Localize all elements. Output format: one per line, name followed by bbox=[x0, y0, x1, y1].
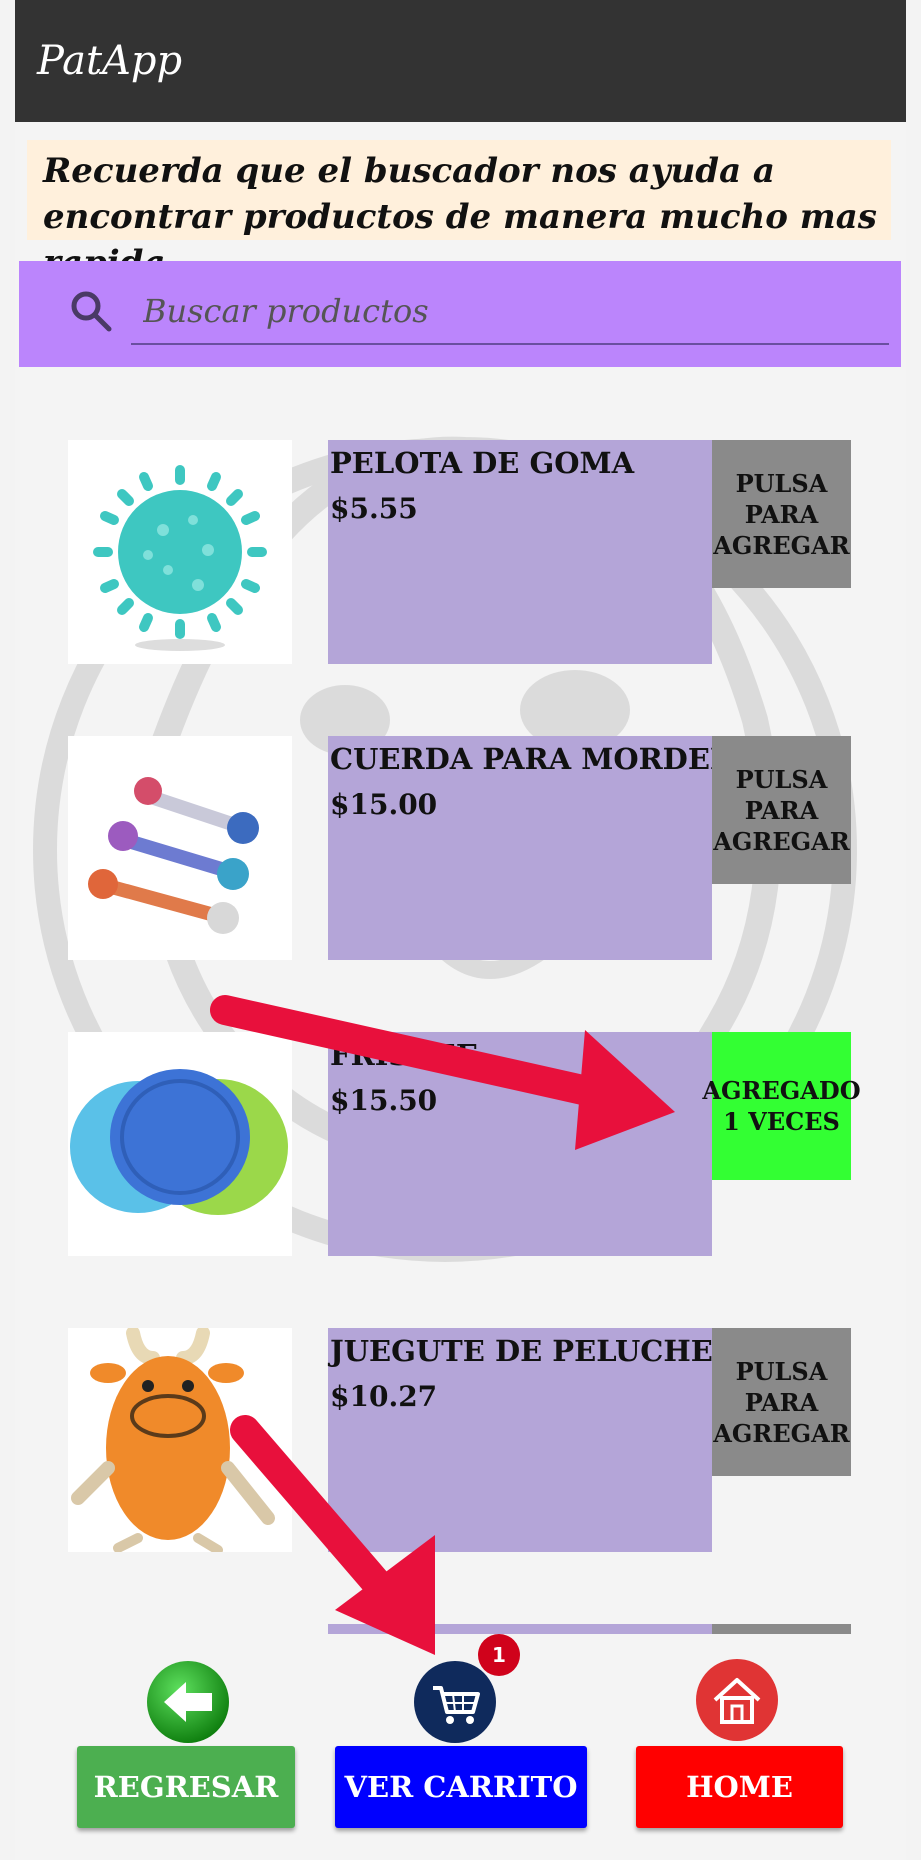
product-image-plush-cow bbox=[68, 1326, 292, 1555]
product-image-spiky-ball bbox=[68, 440, 292, 664]
product-name: CUERDA PARA MORDER bbox=[330, 742, 735, 776]
add-to-cart-button[interactable]: PULSA PARA AGREGAR bbox=[712, 1328, 851, 1476]
added-to-cart-button[interactable]: AGREGADO 1 VECES bbox=[702, 1032, 861, 1180]
view-cart-button[interactable]: VER CARRITO bbox=[335, 1746, 587, 1828]
product-row: CUERDA PARA MORDER $15.00 PULSA PARA AGR… bbox=[68, 736, 851, 960]
product-row: FRISBEE $15.50 AGREGADO 1 VECES bbox=[68, 1032, 861, 1256]
next-product-button-partial bbox=[712, 1624, 851, 1634]
cart-count-badge: 1 bbox=[478, 1634, 520, 1676]
home-icon[interactable] bbox=[695, 1658, 779, 1742]
add-to-cart-button[interactable]: PULSA PARA AGREGAR bbox=[712, 736, 851, 884]
next-product-info-partial bbox=[328, 1624, 712, 1634]
app-bar: PatApp bbox=[15, 0, 906, 122]
search-icon[interactable] bbox=[67, 287, 115, 335]
product-price: $10.27 bbox=[330, 1380, 438, 1413]
app-title: PatApp bbox=[37, 38, 183, 84]
home-button[interactable]: HOME bbox=[636, 1746, 843, 1828]
product-price: $5.55 bbox=[330, 492, 418, 525]
product-image-frisbees bbox=[68, 1032, 292, 1256]
product-info: PELOTA DE GOMA $5.55 bbox=[328, 440, 712, 664]
back-button[interactable]: REGRESAR bbox=[77, 1746, 295, 1828]
search-bar bbox=[19, 261, 903, 367]
product-info: JUEGUTE DE PELUCHE $10.27 bbox=[328, 1328, 713, 1552]
search-input[interactable] bbox=[129, 283, 903, 339]
product-row: JUEGUTE DE PELUCHE $10.27 PULSA PARA AGR… bbox=[68, 1326, 851, 1555]
app-screen: PatApp Recuerda que el buscador nos ayud… bbox=[15, 0, 906, 1860]
product-image-rope-toys bbox=[68, 736, 292, 960]
product-name: FRISBEE bbox=[330, 1038, 478, 1072]
add-to-cart-button[interactable]: PULSA PARA AGREGAR bbox=[712, 440, 851, 588]
product-info: CUERDA PARA MORDER $15.00 bbox=[328, 736, 734, 960]
bottom-nav: 1 REGRESAR VER CARRITO HOME bbox=[15, 1634, 906, 1860]
product-name: JUEGUTE DE PELUCHE bbox=[330, 1334, 713, 1368]
product-price: $15.00 bbox=[330, 788, 438, 821]
back-arrow-icon[interactable] bbox=[146, 1660, 230, 1744]
product-price: $15.50 bbox=[330, 1084, 438, 1117]
product-info: FRISBEE $15.50 bbox=[328, 1032, 712, 1256]
search-tip-banner: Recuerda que el buscador nos ayuda a enc… bbox=[27, 140, 891, 283]
search-underline bbox=[131, 343, 889, 345]
product-row: PELOTA DE GOMA $5.55 PULSA PARA AGREGAR bbox=[68, 440, 851, 664]
product-name: PELOTA DE GOMA bbox=[330, 446, 635, 480]
cart-icon[interactable] bbox=[413, 1660, 497, 1744]
